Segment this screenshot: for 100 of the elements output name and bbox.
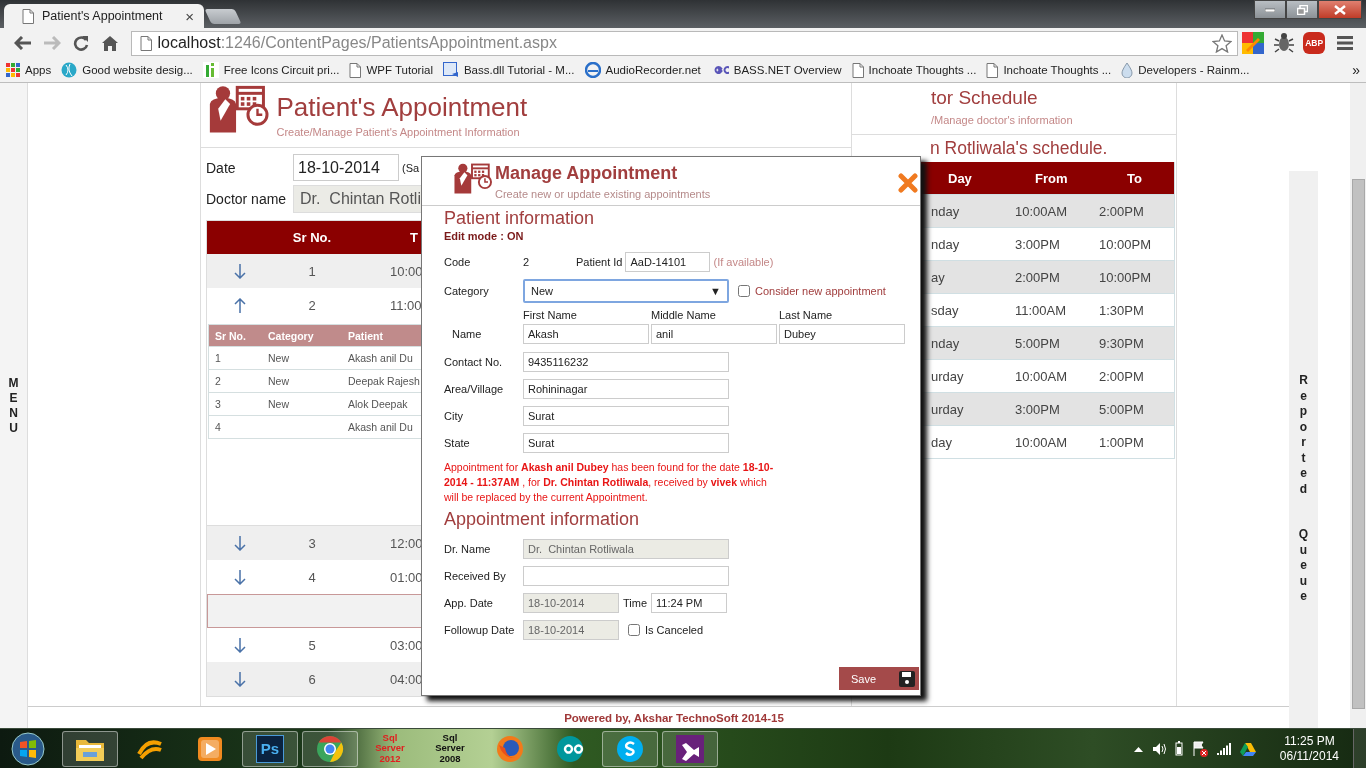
star-icon xyxy=(1211,33,1232,53)
chevron-up-icon xyxy=(1133,745,1143,752)
bookmark[interactable]: Free Icons Circuit pri... xyxy=(202,62,340,78)
name-field[interactable]: Akash xyxy=(523,324,649,344)
table-cell: New xyxy=(268,375,289,387)
checkbox[interactable] xyxy=(738,284,750,297)
patient-id-field[interactable]: AaD-14101 xyxy=(625,251,711,272)
windows-orb-icon xyxy=(11,731,45,766)
scrollbar[interactable] xyxy=(1350,83,1366,728)
section-heading: Appointment information xyxy=(444,509,641,531)
bookmark[interactable]: AudioRecorder.net xyxy=(584,62,701,78)
app-label: Sql Server 2008 xyxy=(434,732,466,765)
table-cell: nday xyxy=(931,335,960,351)
table-cell: 11:00AM xyxy=(1015,302,1067,318)
table-cell: Akash anil Du xyxy=(348,421,413,433)
date-field[interactable]: 18-10-2014 xyxy=(293,154,399,181)
taskbar-button[interactable] xyxy=(302,730,358,767)
table-cell-text: 1 xyxy=(307,263,317,279)
browser-tab[interactable]: Patient's Appointment × xyxy=(4,4,204,28)
app-label: Sql Server 2012 xyxy=(374,732,406,765)
table-cell: 5:00PM xyxy=(1099,401,1144,417)
close-button[interactable] xyxy=(1318,0,1362,19)
page-icon xyxy=(139,35,152,51)
name-field[interactable]: anil xyxy=(651,324,777,344)
new-tab-button[interactable] xyxy=(204,9,242,24)
taskbar-button[interactable]: Ps xyxy=(242,730,298,767)
column-header: Patient xyxy=(348,329,383,342)
adblock-button[interactable]: ABP xyxy=(1303,32,1326,54)
bookmark[interactable]: BASS.NET Overview xyxy=(710,64,842,76)
field-label: Middle Name xyxy=(651,309,716,321)
address-bar[interactable]: localhost:1246/ContentPages/PatientsAppointment.aspx xyxy=(130,30,1238,56)
page-title: Patient's Appointment xyxy=(276,92,528,123)
column-header: To xyxy=(1127,170,1142,186)
table-cell: day xyxy=(931,434,952,450)
save-button[interactable]: Save xyxy=(839,667,919,690)
close-tab-button[interactable]: × xyxy=(185,8,194,24)
field-label: Dr. Name xyxy=(444,542,492,555)
flag-error-icon xyxy=(1191,740,1208,757)
more-bookmarks-button[interactable]: » xyxy=(1352,62,1360,78)
menu-icon xyxy=(1336,36,1353,50)
hint-text: (If available) xyxy=(713,255,774,268)
table-cell: ay xyxy=(931,269,945,285)
queue-tab-text[interactable]: Reported xyxy=(1299,373,1308,497)
bookmark[interactable]: Bass.dll Tutorial - M... xyxy=(442,62,575,78)
time-field[interactable]: 11:24 PM xyxy=(651,592,728,613)
table-cell: 2:00PM xyxy=(1015,269,1060,285)
bookmark[interactable]: Developers - Rainm... xyxy=(1121,62,1250,78)
arrow-right-icon xyxy=(43,36,62,50)
table-cell: Alok Deepak xyxy=(348,398,408,410)
globe-icon xyxy=(61,62,78,78)
bookmark[interactable]: Inchoate Thoughts ... xyxy=(986,62,1112,78)
minimize-button[interactable] xyxy=(1254,0,1286,19)
photoshop-icon: Ps xyxy=(256,734,284,763)
drop-icon xyxy=(1121,62,1134,78)
table-cell: sday xyxy=(931,302,959,318)
section-title: tor Schedule xyxy=(931,87,1039,109)
bookmark[interactable]: WPF Tutorial xyxy=(349,62,433,78)
name-field[interactable]: Dubey xyxy=(779,324,905,344)
grid-icon xyxy=(6,63,20,77)
input-field[interactable] xyxy=(523,565,729,586)
section-heading: Patient information xyxy=(444,208,596,230)
taskbar-button[interactable]: Sql Server 2008 xyxy=(422,730,478,767)
queue-tab-text[interactable]: Queue xyxy=(1298,527,1309,605)
input-field[interactable]: Rohininagar xyxy=(523,378,729,399)
field-label: App. Date xyxy=(444,596,494,609)
table-cell: 1:30PM xyxy=(1099,302,1144,318)
table-cell: New xyxy=(268,398,289,410)
input-field[interactable]: 9435116232 xyxy=(523,351,729,372)
bookmark[interactable]: Inchoate Thoughts ... xyxy=(851,62,977,78)
section-subtitle: /Manage doctor's information xyxy=(931,114,1074,126)
input-field[interactable]: Surat xyxy=(523,432,729,453)
field-label: City xyxy=(444,409,464,422)
category-dropdown[interactable]: New ▼ xyxy=(523,278,729,303)
start-button[interactable] xyxy=(8,729,48,768)
floppy-icon xyxy=(899,670,915,687)
input-field[interactable]: Surat xyxy=(523,405,729,426)
field-label: First Name xyxy=(523,309,577,321)
window-icon xyxy=(442,62,459,78)
clock[interactable]: 11:25 PM 06/11/2014 xyxy=(1279,733,1339,764)
restore-button[interactable] xyxy=(1286,0,1318,19)
page-icon xyxy=(349,62,362,78)
play-icon xyxy=(197,735,223,762)
taskbar-button[interactable] xyxy=(602,730,658,767)
table-cell: 1:00PM xyxy=(1099,434,1144,450)
menu-tab[interactable]: MENU xyxy=(8,375,19,436)
bug-icon xyxy=(1272,32,1295,54)
table-cell: 10:00AM xyxy=(1015,434,1068,450)
minimize-icon xyxy=(1265,7,1275,12)
checkbox[interactable] xyxy=(628,623,640,636)
bookmark[interactable]: Good website desig... xyxy=(61,62,193,78)
leaf-icon xyxy=(202,62,219,78)
taskbar-button[interactable] xyxy=(662,730,718,767)
page-icon xyxy=(986,62,999,78)
table-cell-text: 5 xyxy=(307,637,317,653)
bookmark[interactable]: Apps xyxy=(6,63,52,77)
column-header: Category xyxy=(268,329,314,342)
checkbox-label: Is Canceled xyxy=(645,623,704,636)
dialog-title: Manage Appointment xyxy=(495,163,679,184)
table-cell: 1 xyxy=(215,352,221,364)
taskbar-button[interactable] xyxy=(62,730,118,767)
